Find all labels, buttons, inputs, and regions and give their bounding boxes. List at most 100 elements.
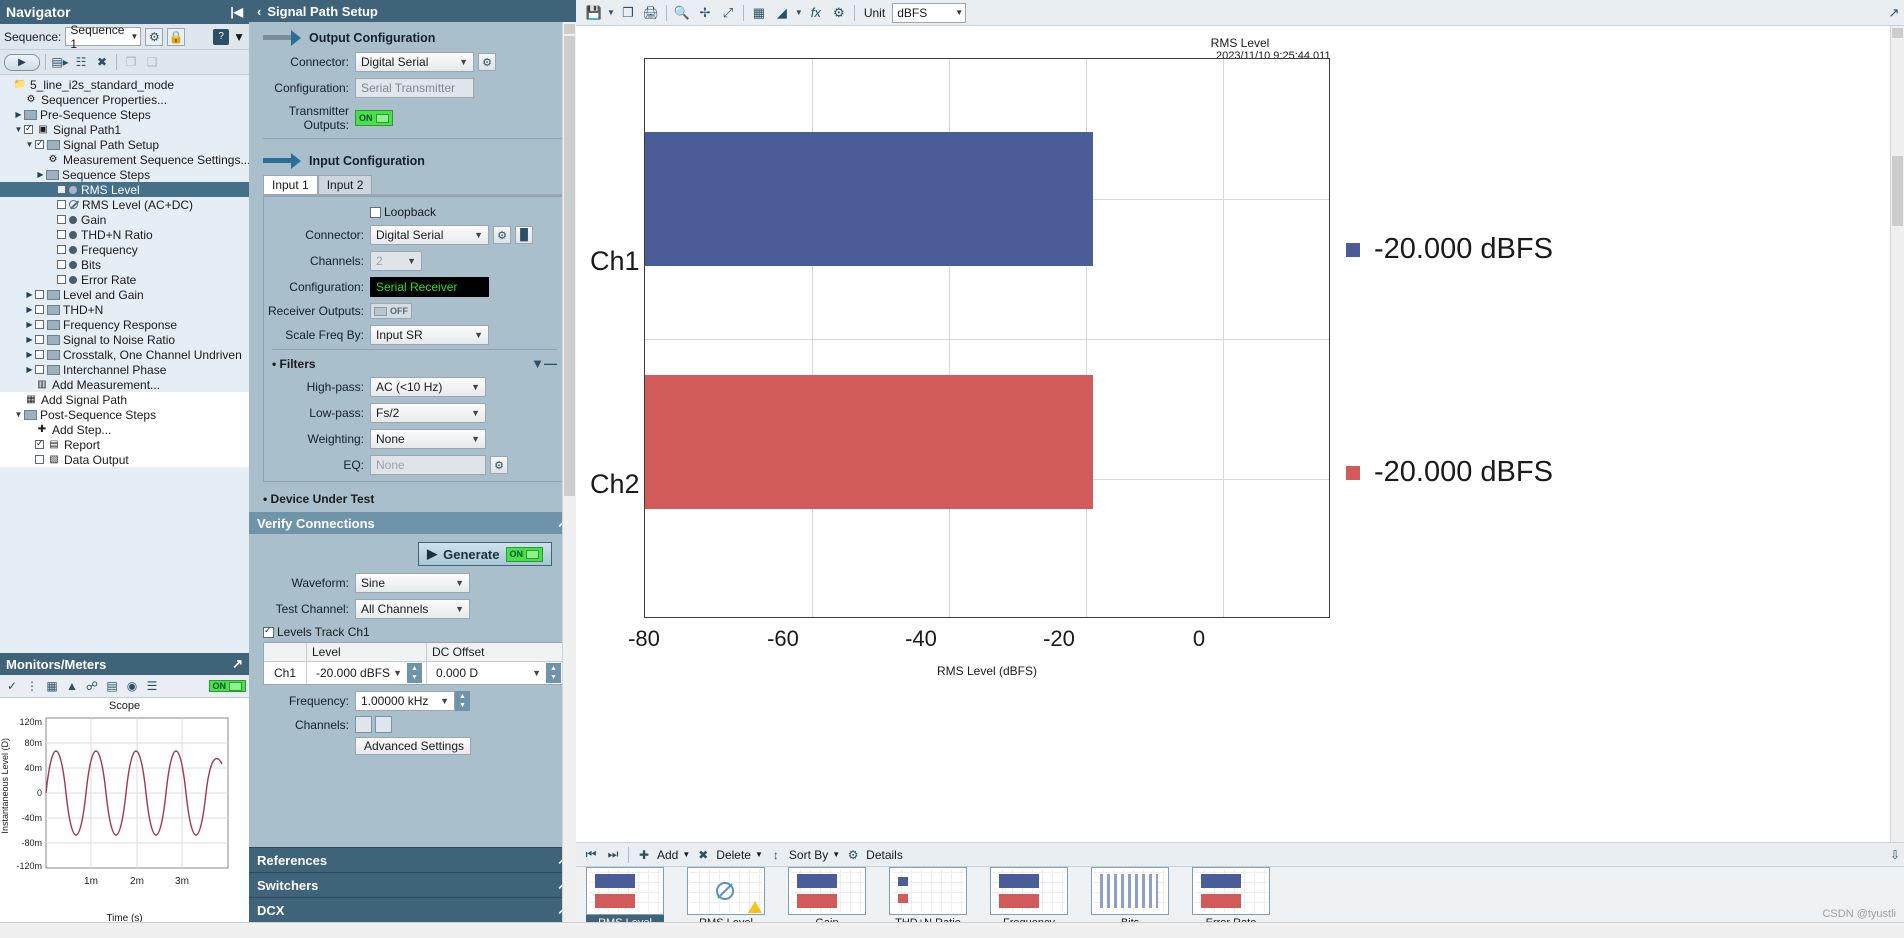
tree-item-checkbox[interactable] <box>57 245 66 254</box>
bar-icon[interactable]: ▤ <box>103 677 121 695</box>
tree-item[interactable]: ▼ ▣ Signal Path1 <box>0 122 249 137</box>
delete-icon[interactable]: ✖ <box>93 53 111 71</box>
chevron-down-icon[interactable]: ▼ <box>755 850 763 859</box>
help-icon[interactable]: ? <box>213 28 230 45</box>
filters-funnel-icon[interactable]: ▼— <box>531 356 557 371</box>
frequency-stepper[interactable]: ▲ ▼ <box>455 691 470 711</box>
add-button[interactable]: Add <box>657 848 678 862</box>
tree-item[interactable]: ▶ THD+N <box>0 302 249 317</box>
twisty-expanded-icon[interactable]: ▼ <box>24 140 35 149</box>
gear-icon[interactable]: ⚙ <box>829 3 849 23</box>
advanced-settings-button[interactable]: Advanced Settings <box>354 737 471 755</box>
tree-item-checkbox[interactable] <box>57 230 66 239</box>
run-button[interactable]: ▶ <box>4 53 40 71</box>
copy-icon[interactable]: ❐ <box>618 3 638 23</box>
eq-settings-icon[interactable]: ⚙ <box>490 456 508 474</box>
tree-item[interactable]: ▶ Signal to Noise Ratio <box>0 332 249 347</box>
bar-ch1[interactable] <box>645 132 1093 266</box>
channel-2-button[interactable] <box>375 716 392 733</box>
twisty-collapsed-icon[interactable]: ▶ <box>35 170 46 179</box>
tree-item[interactable]: Frequency <box>0 242 249 257</box>
weighting-select[interactable]: None ▼ <box>370 429 486 449</box>
test-channel-select[interactable]: All Channels ▼ <box>355 599 470 619</box>
print-icon[interactable]: 🖨 <box>641 3 661 23</box>
scale-freq-select[interactable]: Input SR ▼ <box>370 325 489 345</box>
tree-item[interactable]: ▥ Add Measurement... <box>0 377 249 392</box>
levels-track-checkbox[interactable] <box>263 625 274 638</box>
dc-offset-stepper[interactable]: ▲ ▼ <box>546 663 561 683</box>
lock-settings-icon[interactable]: 🔒 <box>167 27 186 46</box>
generate-button[interactable]: ▶ Generate ON <box>418 542 552 566</box>
first-icon[interactable]: ⏮ <box>582 846 600 864</box>
pan-icon[interactable]: ✢ <box>695 3 715 23</box>
dut-heading[interactable]: • Device Under Test <box>249 492 576 506</box>
scroll-thumb[interactable] <box>1892 156 1903 226</box>
tree-item-checkbox[interactable] <box>57 275 66 284</box>
twisty-collapsed-icon[interactable]: ▶ <box>24 290 35 299</box>
tree-item-checkbox[interactable] <box>24 123 33 134</box>
tree-item-checkbox[interactable] <box>35 335 44 344</box>
meter-icon[interactable]: ▦ <box>43 677 61 695</box>
lowpass-select[interactable]: Fs/2 ▼ <box>370 403 486 423</box>
tree-item-checkbox[interactable] <box>35 438 44 449</box>
tree-item[interactable]: RMS Level <box>0 182 249 197</box>
table-icon[interactable]: ▦ <box>749 3 769 23</box>
fx-icon[interactable]: fx <box>806 3 826 23</box>
switchers-section[interactable]: Switchers ↗ <box>249 872 576 897</box>
channel-1-button[interactable] <box>355 716 372 733</box>
monitors-power-toggle[interactable]: ON <box>208 680 246 692</box>
chevron-down-icon[interactable]: ⇩ <box>1886 846 1904 864</box>
tree-item[interactable]: 📁 5_line_i2s_standard_mode <box>0 77 249 92</box>
input-connector-settings-icon[interactable]: ⚙ <box>493 226 511 244</box>
list-icon[interactable]: ☰ <box>143 677 161 695</box>
chevron-down-icon[interactable]: ▼ <box>682 850 690 859</box>
input-configuration-value[interactable]: Serial Receiver <box>370 277 489 297</box>
plus-icon[interactable]: ✚ <box>635 846 653 864</box>
unit-select[interactable]: dBFS ▼ <box>892 2 967 23</box>
scroll-up-arrow[interactable] <box>564 24 575 34</box>
tree-item-checkbox[interactable] <box>57 215 66 224</box>
twisty-expanded-icon[interactable]: ▼ <box>13 125 24 134</box>
close-icon[interactable]: ✖ <box>694 846 712 864</box>
verify-connections-header[interactable]: Verify Connections ↗ <box>249 512 576 534</box>
dcx-section[interactable]: DCX ↗ <box>249 897 576 922</box>
save-icon[interactable]: 💾 <box>584 3 604 23</box>
popout-icon[interactable]: ↗ <box>1884 3 1904 23</box>
highpass-select[interactable]: AC (<10 Hz) ▼ <box>370 377 486 397</box>
chevron-down-icon[interactable]: ▼ <box>233 30 245 44</box>
tree-item-checkbox[interactable] <box>35 455 44 464</box>
tree-item-checkbox[interactable] <box>35 138 44 149</box>
signal-path-scrollbar[interactable] <box>562 22 576 922</box>
sequence-select[interactable]: Sequence 1 ▼ <box>65 23 142 51</box>
zoom-icon[interactable]: 🔍 <box>672 3 692 23</box>
delete-button[interactable]: Delete <box>716 848 751 862</box>
tree-item-checkbox[interactable] <box>57 200 66 209</box>
add-signal-path-icon[interactable]: ▤▸ <box>51 53 69 71</box>
paste-icon[interactable]: ❏ <box>143 53 161 71</box>
twisty-collapsed-icon[interactable]: ▶ <box>24 305 35 314</box>
output-connector-select[interactable]: Digital Serial ▼ <box>355 52 474 72</box>
loopback-checkbox[interactable] <box>370 206 381 218</box>
level-input[interactable]: -20.000 dBFS ▼ <box>311 663 407 683</box>
twisty-collapsed-icon[interactable]: ▶ <box>24 365 35 374</box>
tree-item[interactable]: Bits <box>0 257 249 272</box>
add-measurement-icon[interactable]: ☷ <box>72 53 90 71</box>
chevron-down-icon[interactable]: ▼ <box>832 850 840 859</box>
tree-item[interactable]: RMS Level (AC+DC) <box>0 197 249 212</box>
tree-item[interactable]: Error Rate <box>0 272 249 287</box>
clock-icon[interactable]: ◉ <box>123 677 141 695</box>
tree-item-checkbox[interactable] <box>57 260 66 269</box>
tree-item[interactable]: ▧ Data Output <box>0 452 249 467</box>
input-connector-select[interactable]: Digital Serial ▼ <box>370 225 489 245</box>
last-icon[interactable]: ⏭ <box>604 846 622 864</box>
twisty-collapsed-icon[interactable]: ▶ <box>24 320 35 329</box>
scroll-thumb[interactable] <box>564 36 575 496</box>
gear-icon[interactable]: ⚙ <box>844 846 862 864</box>
fit-icon[interactable]: ⤢ <box>718 3 738 23</box>
tree-item[interactable]: ✚ Add Step... <box>0 422 249 437</box>
collapse-icon[interactable]: |◀ <box>230 5 243 19</box>
references-section[interactable]: References ↗ <box>249 847 576 872</box>
twisty-collapsed-icon[interactable]: ▶ <box>24 350 35 359</box>
tree-item-checkbox[interactable] <box>57 185 66 194</box>
tree-item[interactable]: ▼ Post-Sequence Steps <box>0 407 249 422</box>
